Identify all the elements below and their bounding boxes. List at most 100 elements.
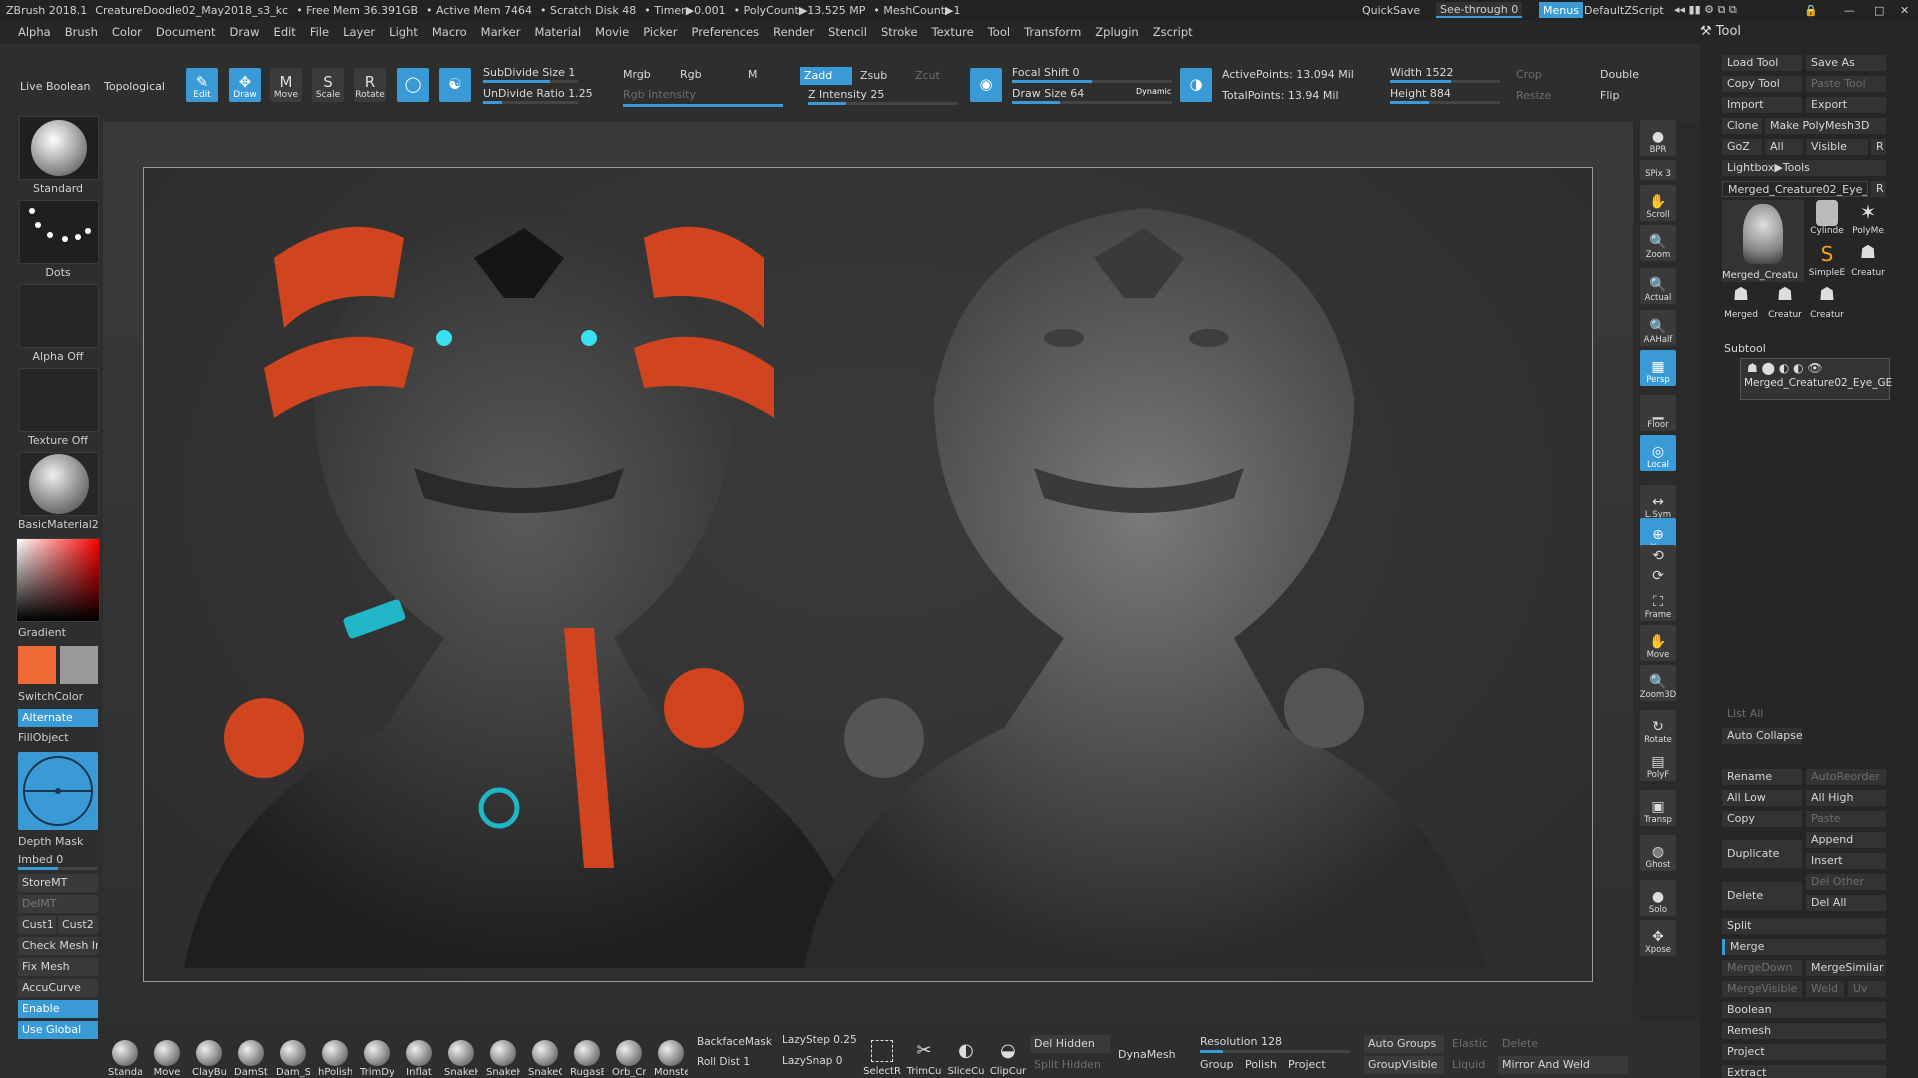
document-canvas[interactable] — [143, 167, 1593, 982]
menu-picker[interactable]: Picker — [643, 25, 677, 39]
menu-draw[interactable]: Draw — [230, 25, 260, 39]
copy-tool-button[interactable]: Copy Tool — [1722, 76, 1802, 92]
elastic-button[interactable]: Elastic — [1452, 1037, 1488, 1050]
list-all-button[interactable]: List All — [1722, 706, 1802, 722]
split-hidden-button[interactable]: Split Hidden — [1034, 1058, 1101, 1071]
flip-button[interactable]: Flip — [1600, 89, 1619, 102]
brush-mode-icon[interactable]: ◯ — [397, 68, 429, 102]
menu-alpha[interactable]: Alpha — [18, 25, 51, 39]
groupvisible-button[interactable]: GroupVisible — [1364, 1056, 1444, 1074]
cust2-button[interactable]: Cust2 — [58, 916, 98, 934]
rightshelf-button-ghost[interactable]: ◍ Ghost — [1640, 835, 1676, 871]
menu-transform[interactable]: Transform — [1024, 25, 1081, 39]
menu-material[interactable]: Material — [534, 25, 581, 39]
rightshelf-button-transp[interactable]: ▣ Transp — [1640, 790, 1676, 826]
save-as-button[interactable]: Save As — [1806, 55, 1886, 71]
mirror-and-weld-button[interactable]: Mirror And Weld — [1498, 1056, 1628, 1074]
rightshelf-button-aahalf[interactable]: 🔍 AAHalf — [1640, 310, 1676, 346]
rightshelf-button-local[interactable]: ◎ Local — [1640, 435, 1676, 471]
use-global-button[interactable]: Use Global — [18, 1021, 98, 1039]
menu-movie[interactable]: Movie — [595, 25, 629, 39]
menu-render[interactable]: Render — [773, 25, 814, 39]
rotate-button[interactable]: R Rotate — [354, 68, 386, 102]
close-icon[interactable]: ✕ — [1896, 2, 1913, 18]
export-button[interactable]: Export — [1806, 97, 1886, 113]
focal-shift-slider[interactable]: Focal Shift 0 — [1012, 66, 1080, 79]
material-thumbnail[interactable] — [19, 452, 99, 516]
rightshelf-button-zoom3d[interactable]: 🔍 Zoom3D — [1640, 665, 1676, 701]
color-picker[interactable] — [16, 538, 100, 622]
menu-stencil[interactable]: Stencil — [828, 25, 867, 39]
accucurve-button[interactable]: AccuCurve — [18, 979, 98, 997]
dynamic-button[interactable]: Dynamic — [1136, 87, 1171, 96]
alpha-thumbnail[interactable] — [19, 284, 99, 348]
rightshelf-button-move[interactable]: ✋ Move — [1640, 625, 1676, 661]
split-button[interactable]: Split — [1722, 918, 1886, 934]
clipcurve-tool[interactable]: ◒ ClipCur — [988, 1040, 1028, 1077]
imbed-slider[interactable]: Imbed 0 — [18, 853, 98, 866]
rightshelf-button-scroll[interactable]: ✋ Scroll — [1640, 185, 1676, 221]
brush-thumbnail[interactable] — [19, 116, 99, 180]
delmt-button[interactable]: DelMT — [18, 895, 98, 913]
rightshelf-button-bpr[interactable]: ● BPR — [1640, 120, 1676, 156]
rightshelf-button-persp[interactable]: ▦ Persp — [1640, 350, 1676, 386]
resize-button[interactable]: Resize — [1516, 89, 1551, 102]
tool-thumb-simple[interactable]: S SimpleE — [1808, 242, 1846, 282]
dynamesh-button[interactable]: DynaMesh — [1118, 1048, 1176, 1061]
menu-layer[interactable]: Layer — [343, 25, 375, 39]
quicksave-button[interactable]: QuickSave — [1358, 2, 1424, 18]
mergevisible-button[interactable]: MergeVisible — [1722, 981, 1802, 997]
brush-hpolish[interactable]: hPolish — [318, 1040, 352, 1078]
menu-preferences[interactable]: Preferences — [691, 25, 759, 39]
all-low-button[interactable]: All Low — [1722, 790, 1802, 806]
extract-section[interactable]: Extract — [1722, 1065, 1886, 1078]
tool-thumb-cylinder[interactable]: Cylinde — [1808, 200, 1846, 240]
depth-mask-gauge[interactable] — [18, 752, 98, 830]
edit-button[interactable]: ✎ Edit — [186, 68, 218, 102]
liquid-button[interactable]: Liquid — [1452, 1058, 1485, 1071]
enable-button[interactable]: Enable — [18, 1000, 98, 1018]
delete-subtool-button[interactable]: Delete — [1722, 882, 1802, 910]
merge-button[interactable]: Merge — [1722, 939, 1886, 955]
goz-button[interactable]: GoZ — [1722, 139, 1762, 155]
rightshelf-button-polyf[interactable]: ▤ PolyF — [1640, 745, 1676, 781]
tool-thumb-polymesh[interactable]: ✶ PolyMe — [1849, 200, 1887, 240]
goz-visible-button[interactable]: Visible — [1806, 139, 1868, 155]
subdivide-size-slider[interactable]: SubDivide Size 1 — [483, 66, 575, 79]
maximize-icon[interactable]: □ — [1870, 2, 1888, 18]
mrgb-button[interactable]: Mrgb — [623, 68, 651, 81]
del-hidden-button[interactable]: Del Hidden — [1030, 1035, 1110, 1053]
rgb-button[interactable]: Rgb — [680, 68, 702, 81]
zcut-button[interactable]: Zcut — [915, 69, 940, 82]
rightshelf-button-floor[interactable]: ▁ Floor — [1640, 395, 1676, 431]
del-other-button[interactable]: Del Other — [1806, 874, 1886, 890]
menu-tool[interactable]: Tool — [988, 25, 1010, 39]
menu-stroke[interactable]: Stroke — [881, 25, 918, 39]
creature-model[interactable] — [144, 168, 1594, 983]
menus-button[interactable]: Menus — [1539, 2, 1583, 18]
rightshelf-button-frame[interactable]: ⛶ Frame — [1640, 585, 1676, 621]
fix-mesh-button[interactable]: Fix Mesh — [18, 958, 98, 976]
rightshelf-button-rotate-11[interactable]: ⟲ — [1640, 545, 1676, 565]
append-button[interactable]: Append — [1806, 832, 1886, 848]
brush-monster[interactable]: Monste — [654, 1040, 688, 1078]
crop-button[interactable]: Crop — [1516, 68, 1542, 81]
check-mesh-button[interactable]: Check Mesh In — [18, 937, 98, 955]
brush-rugasb[interactable]: RugasB — [570, 1040, 604, 1078]
autoreorder-button[interactable]: AutoReorder — [1806, 769, 1886, 785]
clone-button[interactable]: Clone — [1722, 118, 1762, 134]
see-through-slider[interactable]: See-through 0 — [1436, 2, 1523, 18]
insert-button[interactable]: Insert — [1806, 853, 1886, 869]
make-polymesh-button[interactable]: Make PolyMesh3D — [1765, 118, 1886, 134]
subtool-item[interactable]: ☗ ⬤ ◐ ◐ 👁 Merged_Creature02_Eye_GE — [1740, 358, 1892, 400]
brush-claybuildup[interactable]: ClayBui — [192, 1040, 226, 1078]
copy-button[interactable]: Copy — [1722, 811, 1802, 827]
goz-r-button[interactable]: R — [1871, 139, 1886, 155]
rightshelf-button-actual[interactable]: 🔍 Actual — [1640, 268, 1676, 304]
undivide-ratio-slider[interactable]: UnDivide Ratio 1.25 — [483, 87, 593, 100]
brush-orb-cr[interactable]: Orb_Cr — [612, 1040, 646, 1078]
stroke-thumbnail[interactable] — [19, 200, 99, 264]
minimize-icon[interactable]: — — [1840, 2, 1859, 18]
brush-move[interactable]: Move — [150, 1040, 184, 1078]
live-boolean-button[interactable]: Live Boolean — [20, 80, 91, 93]
